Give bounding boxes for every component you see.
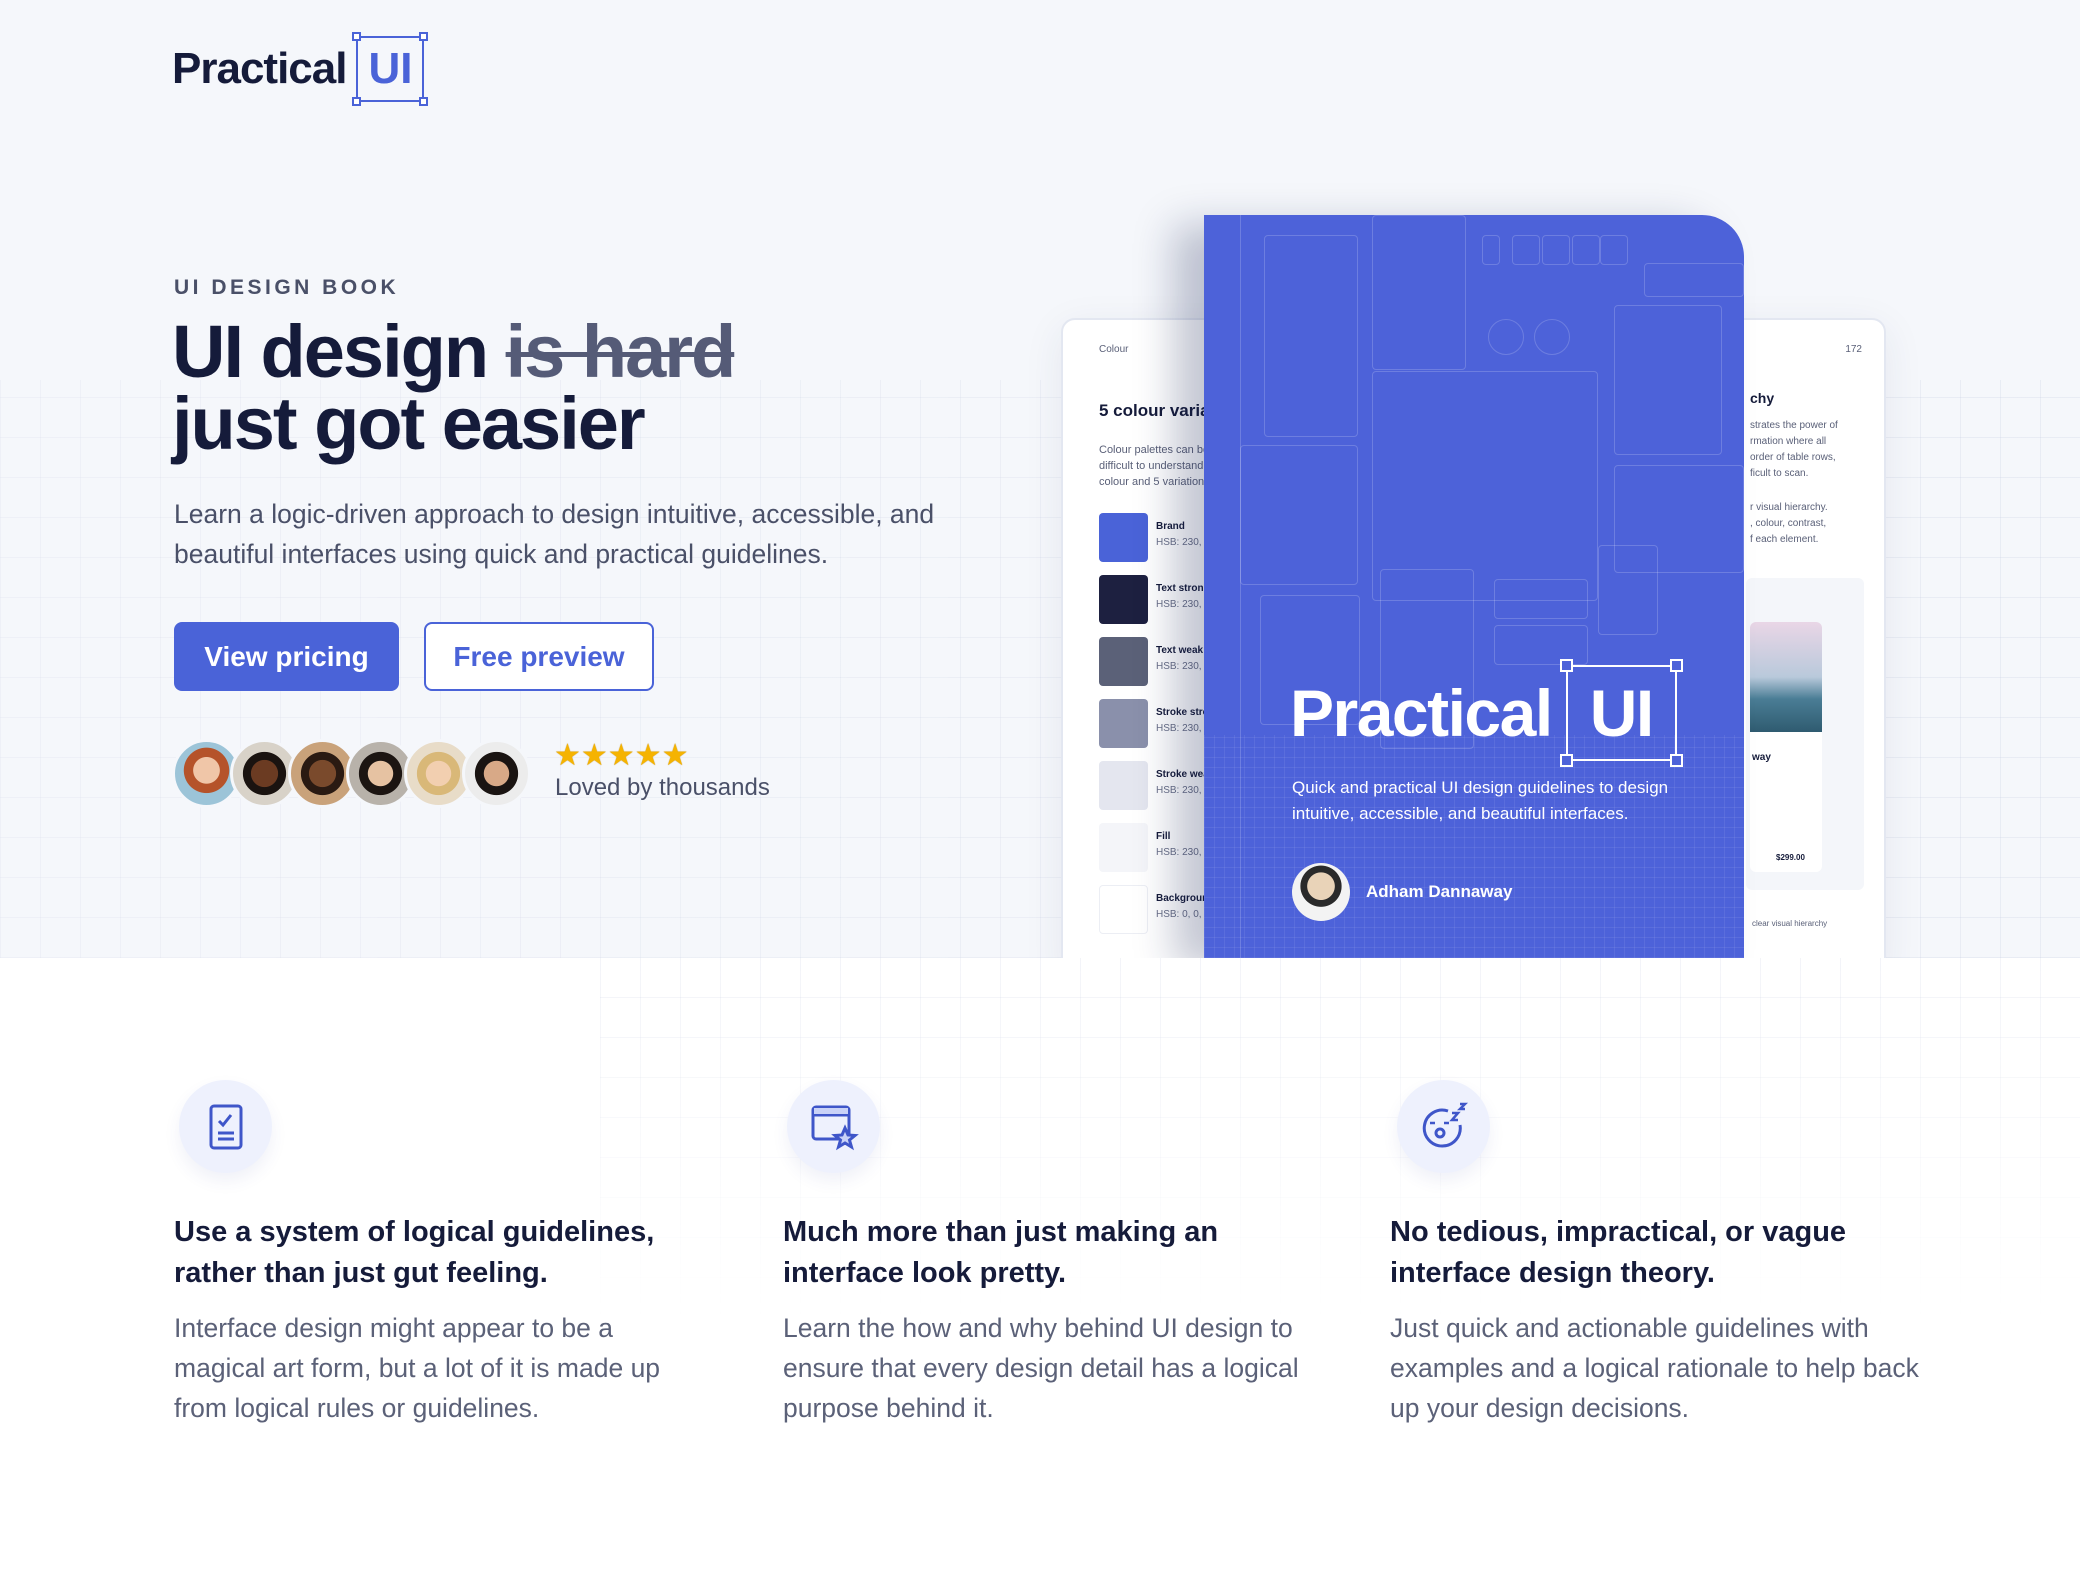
- author: Adham Dannaway: [1292, 863, 1512, 921]
- feature-title: No tedious, impractical, or vague interf…: [1390, 1216, 1847, 1289]
- star-rating: ★★★★★: [554, 739, 689, 772]
- logo[interactable]: Practical UI: [172, 32, 429, 106]
- page-title: UI design is hard just got easier: [172, 310, 736, 465]
- colour-swatch: [1099, 575, 1148, 624]
- logo-mark: UI: [352, 32, 429, 106]
- feature-description: Just quick and actionable guidelines wit…: [1390, 1313, 1919, 1423]
- swatch-label: Fill HSB: 230, :: [1156, 831, 1208, 858]
- colour-swatch: [1099, 513, 1148, 562]
- card-image: [1750, 622, 1822, 732]
- colour-swatch: [1099, 823, 1148, 872]
- swatch-label: Text weak HSB: 230, :: [1156, 645, 1208, 672]
- hero-lead: Learn a logic-driven approach to design …: [174, 499, 935, 569]
- feature-title: Much more than just making an interface …: [783, 1216, 1219, 1289]
- feature-description: Interface design might appear to be a ma…: [174, 1313, 661, 1423]
- social-proof-text: Loved by thousands: [555, 774, 770, 801]
- avatar: [462, 739, 531, 808]
- sleepy-face-icon: [1397, 1080, 1490, 1173]
- swatch-label: Brand HSB: 230, (: [1156, 521, 1208, 548]
- cover-title: Practical UI: [1290, 659, 1683, 767]
- colour-swatch: [1099, 761, 1148, 810]
- free-preview-button[interactable]: Free preview: [424, 622, 654, 691]
- window-star-icon: [787, 1080, 880, 1173]
- cover-subtitle: Quick and practical UI design guidelines…: [1292, 778, 1669, 823]
- feature-title: Use a system of logical guidelines, rath…: [174, 1216, 655, 1289]
- book-cover: Practical UI Quick and practical UI desi…: [1204, 215, 1744, 958]
- author-avatar: [1292, 863, 1350, 921]
- hero-section: Practical UI UI DESIGN BOOK UI design is…: [0, 0, 2080, 958]
- checklist-document-icon: [179, 1080, 272, 1173]
- strikethrough-text: is hard: [505, 310, 737, 393]
- colour-swatch: [1099, 637, 1148, 686]
- swatch-label: Backgroun HSB: 0, 0, 1: [1156, 893, 1210, 920]
- colour-swatch: [1099, 699, 1148, 748]
- colour-swatch: [1099, 885, 1148, 934]
- view-pricing-button[interactable]: View pricing: [174, 622, 399, 691]
- swatch-label: Text strong HSB: 230, !: [1156, 583, 1210, 610]
- eyebrow: UI DESIGN BOOK: [174, 276, 400, 299]
- feature-description: Learn the how and why behind UI design t…: [783, 1313, 1299, 1423]
